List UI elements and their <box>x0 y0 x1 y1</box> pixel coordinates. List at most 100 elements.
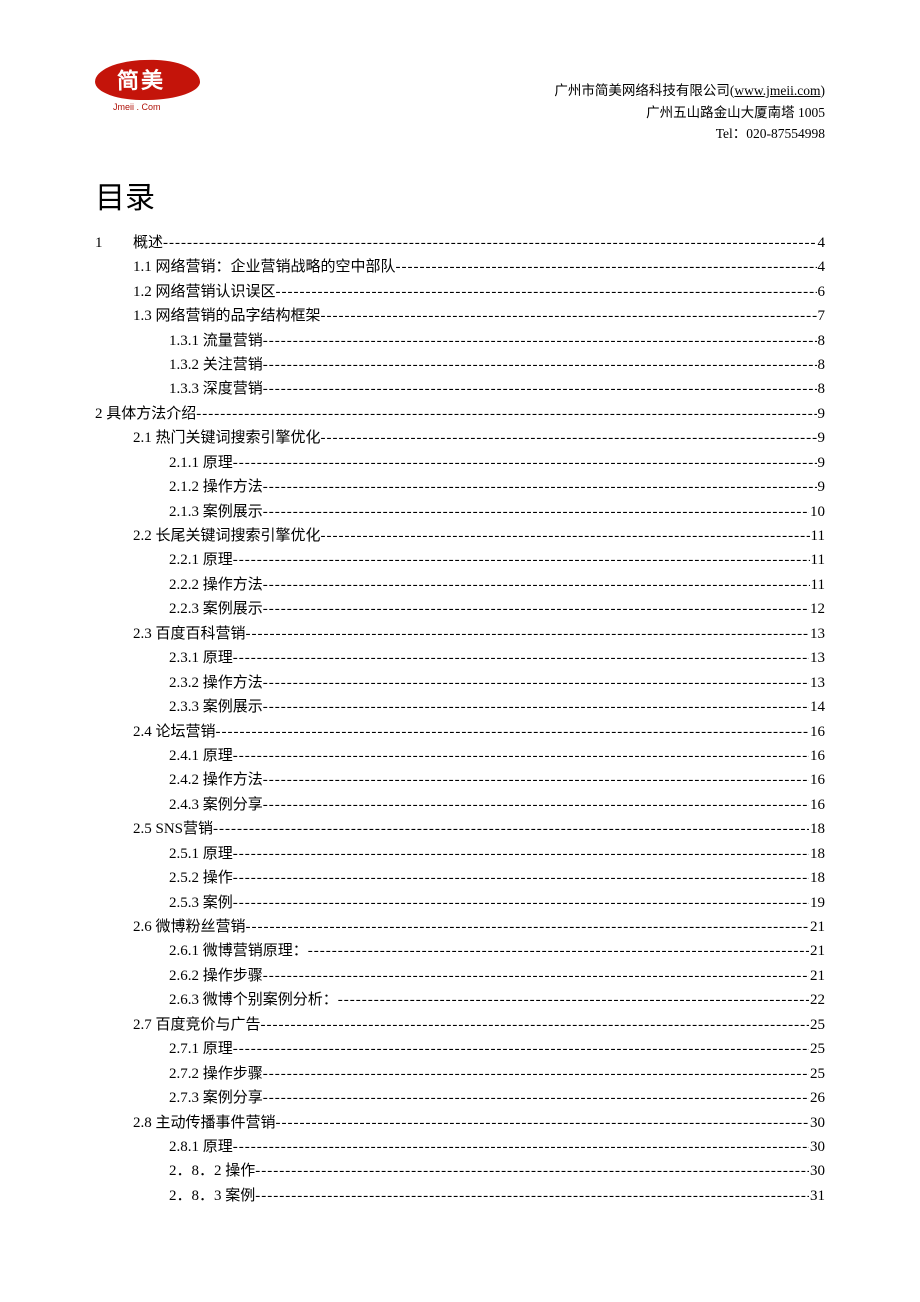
toc-entry: 2.6.1 微博营销原理：21 <box>95 939 825 963</box>
toc-leader-dots <box>276 1111 809 1135</box>
toc-leader-dots <box>276 280 817 304</box>
logo-text: 简美 <box>117 63 166 96</box>
toc-entry: 2.7.1 原理 25 <box>95 1037 825 1061</box>
toc-page: 4 <box>817 231 826 255</box>
toc-page: 7 <box>817 304 826 328</box>
toc-entry: 2.3.3 案例展示 14 <box>95 695 825 719</box>
toc-entry: 1概述4 <box>95 231 825 255</box>
toc-entry: 2.1.2 操作方法 9 <box>95 475 825 499</box>
toc-page: 30 <box>809 1135 825 1159</box>
toc-entry: 2.1.1 原理 9 <box>95 451 825 475</box>
toc-page: 8 <box>817 353 826 377</box>
toc-label: 1.1 网络营销：企业营销战略的空中部队 <box>133 255 396 279</box>
toc-label: 2.2 长尾关键词搜索引擎优化 <box>133 524 321 548</box>
toc-leader-dots <box>216 720 809 744</box>
toc-leader-dots <box>233 866 809 890</box>
toc-label: 2.7 百度竞价与广告 <box>133 1013 261 1037</box>
toc-leader-dots <box>396 255 817 279</box>
company-name-post: ) <box>821 83 826 98</box>
toc-page: 11 <box>810 524 825 548</box>
toc-page: 8 <box>817 329 826 353</box>
toc-leader-dots <box>233 451 817 475</box>
company-info: 广州市简美网络科技有限公司(www.jmeii.com) 广州五山路金山大厦南塔… <box>554 80 825 145</box>
toc-label: 2.5.1 原理 <box>169 842 233 866</box>
toc-entry: 2.4.1 原理 16 <box>95 744 825 768</box>
toc-entry: 1.1 网络营销：企业营销战略的空中部队 4 <box>95 255 825 279</box>
table-of-contents: 1概述41.1 网络营销：企业营销战略的空中部队 41.2 网络营销认识误区 6… <box>95 231 825 1209</box>
toc-label: 2.4.3 案例分享 <box>169 793 263 817</box>
toc-page: 13 <box>809 646 825 670</box>
toc-label: 2.8.1 原理 <box>169 1135 233 1159</box>
toc-label: 2.3 百度百科营销 <box>133 622 246 646</box>
toc-label: 2.5 SNS营销 <box>133 817 213 841</box>
toc-page: 14 <box>809 695 825 719</box>
toc-page: 9 <box>817 402 826 426</box>
toc-label: 2.7.2 操作步骤 <box>169 1062 263 1086</box>
toc-page: 6 <box>817 280 826 304</box>
toc-leader-dots <box>263 695 809 719</box>
toc-entry: 2.2.2 操作方法 11 <box>95 573 825 597</box>
toc-page: 16 <box>809 768 825 792</box>
toc-leader-dots <box>338 988 809 1012</box>
toc-label: 2.1.2 操作方法 <box>169 475 263 499</box>
toc-page: 25 <box>809 1062 825 1086</box>
toc-leader-dots <box>321 426 817 450</box>
toc-entry: 2.5.1 原理 18 <box>95 842 825 866</box>
company-link[interactable]: www.jmeii.com <box>734 83 820 98</box>
toc-page: 26 <box>809 1086 825 1110</box>
logo-brush-icon: 简美 <box>95 59 201 101</box>
toc-entry: 2.8.1 原理 30 <box>95 1135 825 1159</box>
toc-entry: 2.6 微博粉丝营销 21 <box>95 915 825 939</box>
toc-leader-dots <box>263 793 809 817</box>
toc-label: 2.2.3 案例展示 <box>169 597 263 621</box>
toc-page: 21 <box>809 915 825 939</box>
toc-label: 2.3.2 操作方法 <box>169 671 263 695</box>
toc-label: 2.6.3 微博个别案例分析： <box>169 988 338 1012</box>
toc-page: 22 <box>809 988 825 1012</box>
toc-label: 2.7.1 原理 <box>169 1037 233 1061</box>
toc-entry: 2.7.2 操作步骤 25 <box>95 1062 825 1086</box>
toc-entry: 2．8．3 案例 31 <box>95 1184 825 1208</box>
toc-label: 2.3.3 案例展示 <box>169 695 263 719</box>
toc-entry: 2.3.2 操作方法 13 <box>95 671 825 695</box>
toc-page: 9 <box>817 475 826 499</box>
toc-leader-dots <box>213 817 809 841</box>
toc-leader-dots <box>255 1184 809 1208</box>
toc-page: 11 <box>810 573 825 597</box>
toc-leader-dots <box>263 1062 809 1086</box>
toc-page: 18 <box>809 866 825 890</box>
toc-leader-dots <box>233 646 809 670</box>
toc-label: 2.3.1 原理 <box>169 646 233 670</box>
toc-page: 30 <box>809 1111 825 1135</box>
logo-subtext: Jmeii . Com <box>113 102 161 112</box>
toc-page: 19 <box>809 891 825 915</box>
toc-entry: 2.7 百度竞价与广告 25 <box>95 1013 825 1037</box>
toc-label: 2.4 论坛营销 <box>133 720 216 744</box>
toc-entry: 2.4.2 操作方法 16 <box>95 768 825 792</box>
toc-page: 9 <box>817 426 826 450</box>
toc-label: 2.5.3 案例 <box>169 891 233 915</box>
toc-label: 2.7.3 案例分享 <box>169 1086 263 1110</box>
toc-label: 1.3.3 深度营销 <box>169 377 263 401</box>
toc-label: 1.3.1 流量营销 <box>169 329 263 353</box>
toc-page: 21 <box>809 964 825 988</box>
company-line-2: 广州五山路金山大厦南塔 1005 <box>554 102 825 124</box>
toc-page: 21 <box>809 939 825 963</box>
toc-entry: 2.4 论坛营销 16 <box>95 720 825 744</box>
toc-page: 31 <box>809 1184 825 1208</box>
toc-title: 目录 <box>95 173 825 217</box>
toc-leader-dots <box>246 915 809 939</box>
toc-page: 13 <box>809 671 825 695</box>
toc-leader-dots <box>263 1086 809 1110</box>
toc-leader-dots <box>263 768 809 792</box>
toc-leader-dots <box>263 500 809 524</box>
toc-page: 4 <box>817 255 826 279</box>
toc-leader-dots <box>163 231 816 255</box>
toc-leader-dots <box>321 304 817 328</box>
toc-leader-dots <box>263 377 817 401</box>
toc-leader-dots <box>263 671 809 695</box>
toc-leader-dots <box>233 1037 809 1061</box>
toc-entry: 2．8．2 操作 30 <box>95 1159 825 1183</box>
toc-page: 18 <box>809 842 825 866</box>
toc-label: 2．8．3 案例 <box>169 1184 255 1208</box>
